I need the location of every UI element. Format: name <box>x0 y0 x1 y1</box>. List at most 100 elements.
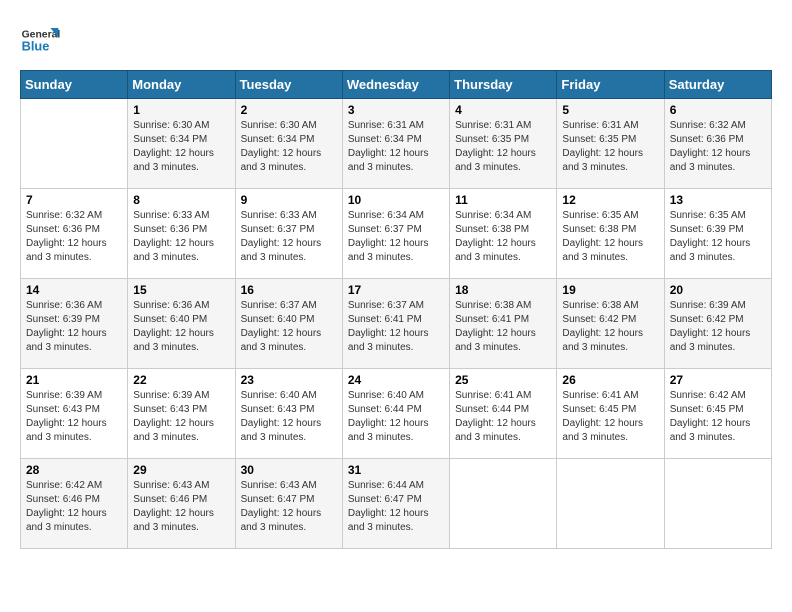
day-number: 4 <box>455 103 551 117</box>
day-number: 14 <box>26 283 122 297</box>
day-info: Sunrise: 6:39 AM Sunset: 6:43 PM Dayligh… <box>26 389 122 445</box>
day-number: 8 <box>133 193 229 207</box>
day-number: 2 <box>241 103 337 117</box>
day-info: Sunrise: 6:38 AM Sunset: 6:41 PM Dayligh… <box>455 299 551 355</box>
day-info: Sunrise: 6:32 AM Sunset: 6:36 PM Dayligh… <box>670 119 766 175</box>
calendar-cell: 7 Sunrise: 6:32 AM Sunset: 6:36 PM Daylig… <box>21 189 128 279</box>
day-info: Sunrise: 6:39 AM Sunset: 6:43 PM Dayligh… <box>133 389 229 445</box>
day-number: 7 <box>26 193 122 207</box>
calendar-cell: 11 Sunrise: 6:34 AM Sunset: 6:38 PM Dayli… <box>450 189 557 279</box>
day-info: Sunrise: 6:30 AM Sunset: 6:34 PM Dayligh… <box>241 119 337 175</box>
day-info: Sunrise: 6:41 AM Sunset: 6:45 PM Dayligh… <box>562 389 658 445</box>
day-number: 26 <box>562 373 658 387</box>
col-header-sunday: Sunday <box>21 71 128 99</box>
calendar-cell: 20 Sunrise: 6:39 AM Sunset: 6:42 PM Dayli… <box>664 279 771 369</box>
calendar-cell: 28 Sunrise: 6:42 AM Sunset: 6:46 PM Dayli… <box>21 459 128 549</box>
calendar-cell: 14 Sunrise: 6:36 AM Sunset: 6:39 PM Dayli… <box>21 279 128 369</box>
day-info: Sunrise: 6:40 AM Sunset: 6:43 PM Dayligh… <box>241 389 337 445</box>
calendar-cell: 22 Sunrise: 6:39 AM Sunset: 6:43 PM Dayli… <box>128 369 235 459</box>
day-number: 30 <box>241 463 337 477</box>
calendar-cell: 6 Sunrise: 6:32 AM Sunset: 6:36 PM Daylig… <box>664 99 771 189</box>
calendar-cell: 10 Sunrise: 6:34 AM Sunset: 6:37 PM Dayli… <box>342 189 449 279</box>
day-info: Sunrise: 6:42 AM Sunset: 6:46 PM Dayligh… <box>26 479 122 535</box>
day-info: Sunrise: 6:32 AM Sunset: 6:36 PM Dayligh… <box>26 209 122 265</box>
day-number: 18 <box>455 283 551 297</box>
calendar-cell: 26 Sunrise: 6:41 AM Sunset: 6:45 PM Dayli… <box>557 369 664 459</box>
day-info: Sunrise: 6:41 AM Sunset: 6:44 PM Dayligh… <box>455 389 551 445</box>
calendar-cell <box>664 459 771 549</box>
calendar-cell: 21 Sunrise: 6:39 AM Sunset: 6:43 PM Dayli… <box>21 369 128 459</box>
day-number: 24 <box>348 373 444 387</box>
day-info: Sunrise: 6:34 AM Sunset: 6:37 PM Dayligh… <box>348 209 444 265</box>
calendar-cell: 29 Sunrise: 6:43 AM Sunset: 6:46 PM Dayli… <box>128 459 235 549</box>
day-number: 22 <box>133 373 229 387</box>
day-info: Sunrise: 6:35 AM Sunset: 6:38 PM Dayligh… <box>562 209 658 265</box>
calendar-cell: 3 Sunrise: 6:31 AM Sunset: 6:34 PM Daylig… <box>342 99 449 189</box>
calendar-cell: 23 Sunrise: 6:40 AM Sunset: 6:43 PM Dayli… <box>235 369 342 459</box>
calendar-cell: 25 Sunrise: 6:41 AM Sunset: 6:44 PM Dayli… <box>450 369 557 459</box>
day-number: 13 <box>670 193 766 207</box>
day-number: 10 <box>348 193 444 207</box>
calendar-cell: 30 Sunrise: 6:43 AM Sunset: 6:47 PM Dayli… <box>235 459 342 549</box>
calendar-cell: 5Sunrise: 6:31 AM Sunset: 6:35 PM Daylig… <box>557 99 664 189</box>
calendar-cell: 19 Sunrise: 6:38 AM Sunset: 6:42 PM Dayli… <box>557 279 664 369</box>
day-number: 28 <box>26 463 122 477</box>
day-info: Sunrise: 6:38 AM Sunset: 6:42 PM Dayligh… <box>562 299 658 355</box>
day-info: Sunrise: 6:31 AM Sunset: 6:35 PM Dayligh… <box>562 119 658 175</box>
calendar-cell <box>21 99 128 189</box>
day-number: 12 <box>562 193 658 207</box>
day-info: Sunrise: 6:39 AM Sunset: 6:42 PM Dayligh… <box>670 299 766 355</box>
day-info: Sunrise: 6:43 AM Sunset: 6:47 PM Dayligh… <box>241 479 337 535</box>
calendar-cell <box>557 459 664 549</box>
day-number: 23 <box>241 373 337 387</box>
calendar-cell: 27 Sunrise: 6:42 AM Sunset: 6:45 PM Dayli… <box>664 369 771 459</box>
day-info: Sunrise: 6:42 AM Sunset: 6:45 PM Dayligh… <box>670 389 766 445</box>
day-info: Sunrise: 6:40 AM Sunset: 6:44 PM Dayligh… <box>348 389 444 445</box>
day-number: 17 <box>348 283 444 297</box>
day-number: 9 <box>241 193 337 207</box>
col-header-monday: Monday <box>128 71 235 99</box>
day-info: Sunrise: 6:33 AM Sunset: 6:36 PM Dayligh… <box>133 209 229 265</box>
col-header-thursday: Thursday <box>450 71 557 99</box>
col-header-saturday: Saturday <box>664 71 771 99</box>
day-info: Sunrise: 6:37 AM Sunset: 6:40 PM Dayligh… <box>241 299 337 355</box>
day-number: 1 <box>133 103 229 117</box>
calendar-cell: 17 Sunrise: 6:37 AM Sunset: 6:41 PM Dayli… <box>342 279 449 369</box>
day-number: 31 <box>348 463 444 477</box>
calendar-cell: 12 Sunrise: 6:35 AM Sunset: 6:38 PM Dayli… <box>557 189 664 279</box>
calendar-cell <box>450 459 557 549</box>
calendar-cell: 16Sunrise: 6:37 AM Sunset: 6:40 PM Dayli… <box>235 279 342 369</box>
calendar-cell: 2 Sunrise: 6:30 AM Sunset: 6:34 PM Daylig… <box>235 99 342 189</box>
day-number: 27 <box>670 373 766 387</box>
calendar-cell: 15Sunrise: 6:36 AM Sunset: 6:40 PM Dayli… <box>128 279 235 369</box>
day-info: Sunrise: 6:33 AM Sunset: 6:37 PM Dayligh… <box>241 209 337 265</box>
day-number: 15 <box>133 283 229 297</box>
day-number: 6 <box>670 103 766 117</box>
day-info: Sunrise: 6:35 AM Sunset: 6:39 PM Dayligh… <box>670 209 766 265</box>
day-info: Sunrise: 6:43 AM Sunset: 6:46 PM Dayligh… <box>133 479 229 535</box>
day-info: Sunrise: 6:30 AM Sunset: 6:34 PM Dayligh… <box>133 119 229 175</box>
day-number: 3 <box>348 103 444 117</box>
day-info: Sunrise: 6:34 AM Sunset: 6:38 PM Dayligh… <box>455 209 551 265</box>
day-info: Sunrise: 6:31 AM Sunset: 6:34 PM Dayligh… <box>348 119 444 175</box>
col-header-wednesday: Wednesday <box>342 71 449 99</box>
calendar-cell: 9 Sunrise: 6:33 AM Sunset: 6:37 PM Daylig… <box>235 189 342 279</box>
page-header: General Blue <box>20 20 772 60</box>
logo: General Blue <box>20 20 64 60</box>
col-header-tuesday: Tuesday <box>235 71 342 99</box>
day-number: 19 <box>562 283 658 297</box>
calendar-cell: 4 Sunrise: 6:31 AM Sunset: 6:35 PM Daylig… <box>450 99 557 189</box>
day-info: Sunrise: 6:36 AM Sunset: 6:39 PM Dayligh… <box>26 299 122 355</box>
day-info: Sunrise: 6:44 AM Sunset: 6:47 PM Dayligh… <box>348 479 444 535</box>
day-number: 11 <box>455 193 551 207</box>
calendar-cell: 8 Sunrise: 6:33 AM Sunset: 6:36 PM Daylig… <box>128 189 235 279</box>
calendar-cell: 31 Sunrise: 6:44 AM Sunset: 6:47 PM Dayli… <box>342 459 449 549</box>
day-info: Sunrise: 6:37 AM Sunset: 6:41 PM Dayligh… <box>348 299 444 355</box>
day-number: 25 <box>455 373 551 387</box>
calendar-table: SundayMondayTuesdayWednesdayThursdayFrid… <box>20 70 772 549</box>
day-info: Sunrise: 6:31 AM Sunset: 6:35 PM Dayligh… <box>455 119 551 175</box>
day-number: 21 <box>26 373 122 387</box>
calendar-cell: 1 Sunrise: 6:30 AM Sunset: 6:34 PM Daylig… <box>128 99 235 189</box>
day-number: 29 <box>133 463 229 477</box>
day-number: 20 <box>670 283 766 297</box>
